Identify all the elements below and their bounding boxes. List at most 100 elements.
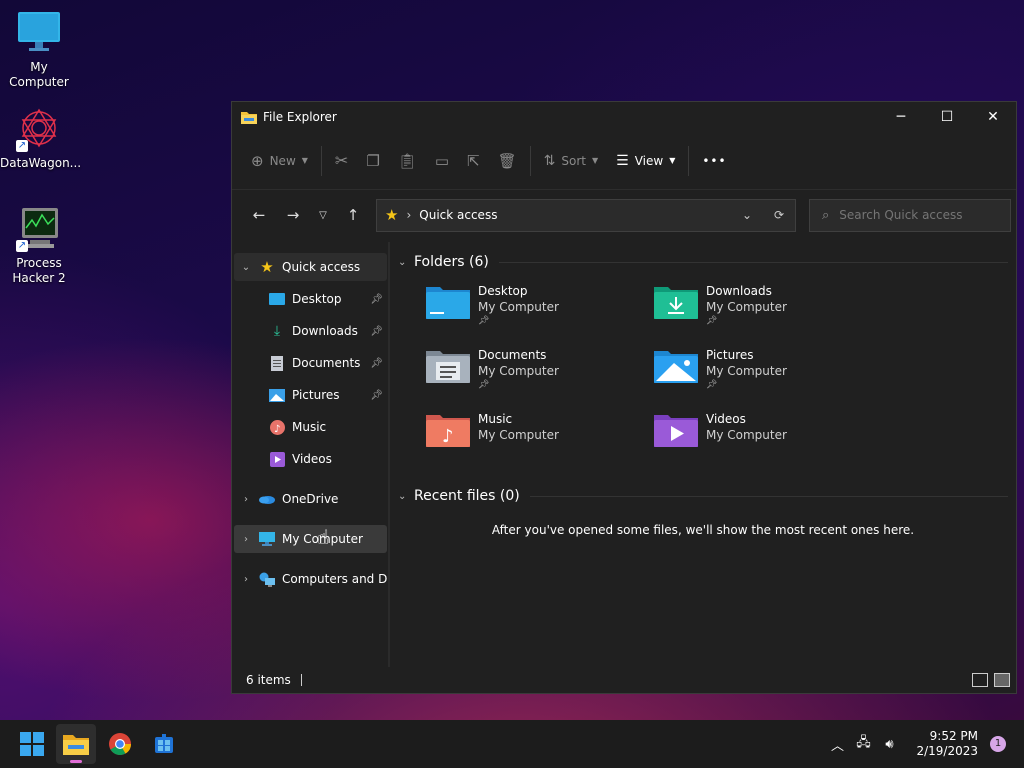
folder-tile-desktop[interactable]: Desktop My Computer 📌︎ [426, 283, 654, 333]
more-options-button[interactable]: ••• [693, 145, 735, 177]
folder-icon [241, 112, 257, 124]
nav-item-desktop[interactable]: Desktop 📌︎ [234, 285, 387, 313]
share-button[interactable]: ⇱ [458, 145, 489, 177]
desktop-icon-process-hacker[interactable]: ↗ Process Hacker 2 [0, 206, 78, 286]
large-icons-view-button[interactable] [994, 673, 1010, 687]
taskbar-file-explorer[interactable] [56, 724, 96, 764]
item-count: 6 items [246, 673, 291, 687]
monitor-icon [16, 10, 62, 56]
chevron-down-icon: ▼ [591, 156, 599, 165]
paste-button[interactable]: 📋︎ [389, 145, 426, 177]
folder-tile-downloads[interactable]: Downloads My Computer 📌︎ [654, 283, 882, 333]
navigation-pane: ⌄ ★ Quick access Desktop 📌︎ ⤓ Downloads … [232, 242, 390, 667]
nav-item-my-computer[interactable]: › My Computer [234, 525, 387, 553]
star-icon: ★ [260, 258, 274, 276]
title-bar[interactable]: File Explorer ─ ☐ ✕ [232, 102, 1016, 132]
process-hacker-icon: ↗ [16, 206, 62, 252]
minimize-button[interactable]: ─ [878, 102, 924, 132]
rename-icon: ▭ [434, 151, 450, 170]
documents-folder-icon [426, 347, 472, 387]
start-button[interactable] [12, 724, 52, 764]
folder-tile-music[interactable]: ♪ Music My Computer [426, 411, 654, 461]
delete-button[interactable]: 🗑︎ [489, 145, 526, 177]
new-button[interactable]: ⊕ New ▼ [242, 145, 317, 177]
folder-tile-videos[interactable]: Videos My Computer [654, 411, 882, 461]
maximize-button[interactable]: ☐ [924, 102, 970, 132]
recent-locations-button[interactable]: ▽ [310, 210, 336, 221]
search-icon: ⌕ [822, 207, 830, 223]
shortcut-arrow-icon: ↗ [16, 140, 28, 152]
nav-item-documents[interactable]: Documents 📌︎ [234, 349, 387, 377]
network-icon [258, 571, 276, 587]
refresh-icon: ⟳ [773, 208, 785, 222]
nav-item-pictures[interactable]: Pictures 📌︎ [234, 381, 387, 409]
folder-tile-documents[interactable]: Documents My Computer 📌︎ [426, 347, 654, 397]
cut-button[interactable]: ✂ [326, 145, 357, 177]
folder-tile-pictures[interactable]: Pictures My Computer 📌︎ [654, 347, 882, 397]
folders-section-header[interactable]: ⌄ Folders (6) [398, 251, 1008, 273]
refresh-button[interactable]: ⟳ [763, 208, 795, 222]
pin-icon: 📌︎ [706, 316, 718, 326]
network-tray-icon[interactable]: 🖧︎ [850, 733, 876, 755]
address-bar[interactable]: ★ › Quick access ⌄ ⟳ [376, 198, 796, 232]
nav-item-music[interactable]: ♪ Music [234, 413, 387, 441]
forward-button[interactable]: → [276, 206, 310, 224]
scissors-icon: ✂ [334, 151, 349, 170]
taskbar-app[interactable] [144, 724, 184, 764]
show-hidden-icons-button[interactable]: ︿ [824, 735, 850, 754]
chevron-up-icon: ︿ [830, 738, 844, 754]
view-icon: ☰ [616, 152, 629, 169]
volume-icon[interactable]: 🔊︎ [876, 737, 902, 752]
chevron-right-icon: › [406, 208, 412, 222]
desktop-icon-datawagon[interactable]: ↗ DataWagon... [0, 106, 81, 171]
search-box[interactable]: ⌕ [809, 198, 1011, 232]
chevron-down-icon: ▼ [669, 156, 676, 165]
nav-item-network[interactable]: › Computers and Dev [234, 565, 388, 593]
nav-item-downloads[interactable]: ⤓ Downloads 📌︎ [234, 317, 387, 345]
sort-button[interactable]: ⇅ Sort ▼ [535, 145, 608, 177]
arrow-up-icon: ↑ [346, 206, 360, 224]
taskbar: ︿ 🖧︎ 🔊︎ 9:52 PM 2/19/2023 1 [0, 720, 1024, 768]
more-icon: ••• [702, 153, 727, 168]
breadcrumb-quick-access[interactable]: Quick access [419, 208, 497, 222]
file-explorer-icon [63, 735, 89, 755]
shortcut-arrow-icon: ↗ [16, 240, 28, 252]
chevron-down-icon: ⌄ [241, 261, 251, 273]
notification-badge[interactable]: 1 [990, 736, 1006, 752]
pin-icon: 📌︎ [370, 357, 383, 369]
view-button[interactable]: ☰ View ▼ [607, 145, 684, 177]
folders-grid: Desktop My Computer 📌︎ Downloads My Comp… [398, 283, 1008, 461]
nav-item-videos[interactable]: Videos [234, 445, 387, 473]
windows-logo-icon [20, 732, 44, 756]
taskbar-chrome[interactable] [100, 724, 140, 764]
rename-button[interactable]: ▭ [426, 145, 458, 177]
datawagon-icon: ↗ [16, 106, 62, 152]
chevron-right-icon: › [244, 493, 248, 505]
recent-section-header[interactable]: ⌄ Recent files (0) [398, 485, 1008, 507]
clipboard-icon: 📋︎ [397, 151, 417, 170]
desktop-icon-my-computer[interactable]: My Computer [0, 10, 78, 90]
details-view-button[interactable] [972, 673, 988, 687]
svg-text:♪: ♪ [442, 426, 454, 447]
recent-empty-message: After you've opened some files, we'll sh… [491, 523, 915, 537]
desktop-folder-icon [268, 291, 286, 307]
separator [529, 145, 531, 176]
up-button[interactable]: ↑ [336, 206, 370, 224]
back-button[interactable]: ← [242, 206, 276, 224]
address-dropdown-button[interactable]: ⌄ [731, 208, 763, 222]
copy-button[interactable]: ❐ [357, 145, 388, 177]
clock[interactable]: 9:52 PM 2/19/2023 [916, 729, 978, 759]
chevron-down-icon: ⌄ [398, 256, 407, 268]
clock-time: 9:52 PM [929, 729, 978, 743]
window-title: File Explorer [263, 110, 337, 124]
chevron-down-icon: ⌄ [741, 208, 753, 222]
nav-item-quick-access[interactable]: ⌄ ★ Quick access [234, 253, 387, 281]
chevron-right-icon: › [244, 533, 248, 545]
divider [529, 495, 1008, 497]
puzzle-app-icon [155, 734, 173, 753]
search-input[interactable] [839, 208, 990, 222]
document-icon [268, 355, 286, 371]
nav-item-onedrive[interactable]: › OneDrive [234, 485, 387, 513]
close-button[interactable]: ✕ [970, 102, 1016, 132]
file-explorer-window: File Explorer ─ ☐ ✕ ⊕ New ▼ ✂ ❐ 📋︎ ▭ ⇱ 🗑… [231, 101, 1017, 694]
